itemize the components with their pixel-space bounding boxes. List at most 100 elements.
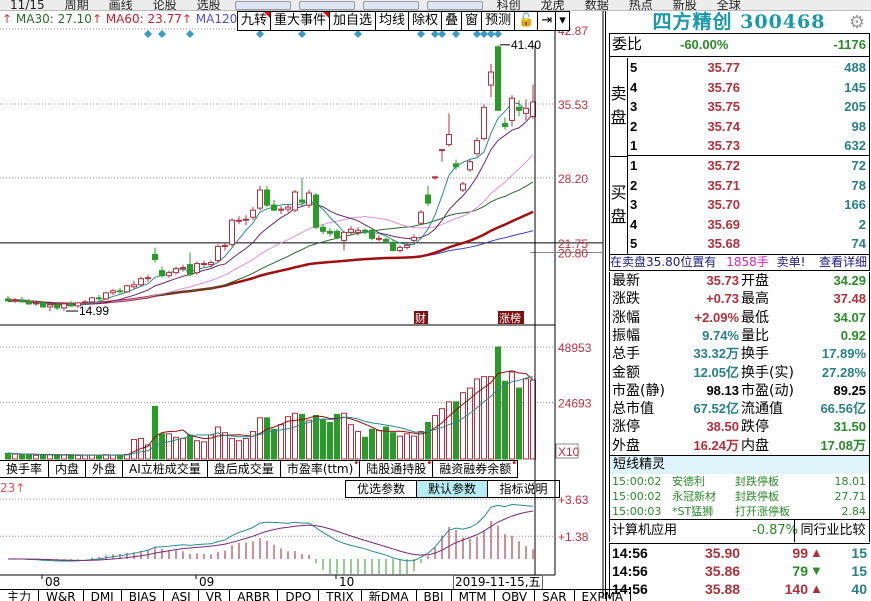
event-diamond-icon[interactable] bbox=[452, 30, 460, 38]
buy-level-row[interactable]: 4 35.69 2 bbox=[610, 215, 869, 235]
event-diamond-icon[interactable] bbox=[158, 30, 166, 38]
stat-value: 89.25 bbox=[833, 382, 866, 398]
menu-item[interactable]: 11/15 bbox=[10, 0, 45, 10]
event-diamond-icon[interactable] bbox=[256, 30, 264, 38]
event-badge-label[interactable]: 财 bbox=[415, 311, 426, 325]
event-diamond-icon[interactable] bbox=[186, 30, 194, 38]
sell-level-row[interactable]: 4 35.76 145 bbox=[610, 78, 869, 98]
window-button[interactable]: 窗 bbox=[462, 12, 483, 30]
tab-northbound[interactable]: 陆股通持股 bbox=[360, 456, 434, 477]
lock-icon[interactable]: 🔓 bbox=[515, 12, 539, 30]
menu-item-star[interactable]: 科创 bbox=[497, 0, 521, 10]
stat-value: 12.05亿 bbox=[693, 364, 739, 380]
tab-afterhours-volume[interactable]: 盘后成交量 bbox=[208, 461, 281, 477]
chevron-down-icon[interactable]: ▾ bbox=[556, 12, 569, 30]
alert-row[interactable]: 15:00:02 安德利 封跌停板 18.01 bbox=[610, 474, 869, 489]
event-diamond-icon[interactable] bbox=[298, 30, 306, 38]
kline-chart[interactable]: 42.8735.5328.2021.7520.804895324693X10+3… bbox=[0, 0, 605, 599]
tab-indicator[interactable]: 主力 bbox=[0, 590, 40, 601]
event-diamond-icon[interactable] bbox=[473, 30, 481, 38]
forecast-button[interactable]: 预测 bbox=[482, 12, 516, 30]
candle bbox=[271, 204, 277, 211]
menu-item-select[interactable]: 选股 bbox=[197, 0, 221, 10]
event-badge-label[interactable]: 涨榜 bbox=[499, 311, 521, 325]
event-diamond-icon[interactable] bbox=[354, 30, 362, 38]
candle bbox=[278, 208, 284, 211]
toolbar-button[interactable] bbox=[298, 0, 355, 10]
alert-row[interactable]: 15:00:03 *ST猛狮 打开涨停板 2.84 bbox=[610, 504, 869, 519]
buy-level-row[interactable]: 5 35.68 74 bbox=[610, 234, 869, 254]
tab-outer[interactable]: 外盘 bbox=[86, 461, 124, 477]
tab-indicator[interactable]: W&R bbox=[39, 590, 84, 601]
tab-indicator[interactable]: MTM bbox=[452, 590, 495, 601]
industry-compare-button[interactable]: 同行业比较 bbox=[794, 520, 871, 542]
volume: 166 bbox=[844, 197, 866, 213]
tab-inner[interactable]: 内盘 bbox=[49, 461, 87, 477]
tab-indicator[interactable]: ARBR bbox=[230, 590, 279, 601]
tab-indicator[interactable]: BBI bbox=[417, 590, 452, 601]
candle bbox=[264, 189, 270, 206]
alert-row[interactable]: 15:00:02 永冠新材 封跌停板 27.71 bbox=[610, 489, 869, 504]
major-events-button[interactable]: 重大事件 bbox=[271, 12, 331, 30]
toolbar-button[interactable] bbox=[426, 0, 483, 10]
menu-item-ipo[interactable]: 新股 bbox=[673, 0, 697, 10]
tab-indicator[interactable]: 新DMA bbox=[362, 590, 417, 601]
volume-bar bbox=[523, 378, 529, 460]
menu-item-global[interactable]: 全球 bbox=[717, 0, 741, 10]
event-diamond-icon[interactable] bbox=[480, 30, 488, 38]
tab-ai-volume[interactable]: AI立桩成交量 bbox=[123, 461, 208, 477]
menu-item-draw[interactable]: 画线 bbox=[109, 0, 133, 10]
sell-level-row[interactable]: 2 35.74 98 bbox=[610, 117, 869, 137]
menu-item-period[interactable]: 周期 bbox=[65, 0, 89, 10]
tab-indicator[interactable]: ASI bbox=[164, 590, 199, 601]
tab-indicator[interactable]: DMI bbox=[84, 590, 122, 601]
volume-bar bbox=[355, 431, 361, 460]
tab-indicator[interactable]: BIAS bbox=[122, 590, 165, 601]
default-params-button[interactable]: 默认参数 bbox=[417, 481, 488, 497]
sell-level-row[interactable]: 1 35.73 632 bbox=[610, 136, 869, 156]
tab-margin[interactable]: 融资融券余额 bbox=[433, 456, 519, 477]
menu-item-hot[interactable]: 热点 bbox=[629, 0, 653, 10]
ma-button[interactable]: 均线 bbox=[376, 12, 410, 30]
ex-rights-button[interactable]: 除权 bbox=[409, 12, 443, 30]
tab-indicator[interactable]: SAR bbox=[535, 590, 575, 601]
view-detail-link[interactable]: 查看详细 bbox=[819, 255, 867, 270]
tab-pe-ttm[interactable]: 市盈率(ttm) bbox=[281, 456, 361, 477]
overlay-button[interactable]: 叠 bbox=[442, 12, 463, 30]
tab-indicator[interactable]: TRIX bbox=[319, 590, 362, 601]
tab-turnover[interactable]: 换手率 bbox=[0, 461, 50, 477]
candle bbox=[446, 134, 452, 146]
add-watchlist-button[interactable]: 加自选 bbox=[330, 12, 377, 30]
menu-item-dragon[interactable]: 龙虎 bbox=[541, 0, 565, 10]
event-diamond-icon[interactable] bbox=[438, 30, 446, 38]
event-diamond-icon[interactable] bbox=[431, 30, 439, 38]
price: 35.72 bbox=[707, 158, 740, 173]
sell-level-row[interactable]: 3 35.75 205 bbox=[610, 97, 869, 117]
buy-level-row[interactable]: 2 35.71 78 bbox=[610, 176, 869, 196]
candle bbox=[425, 194, 431, 204]
event-diamond-icon[interactable] bbox=[494, 30, 502, 38]
volume-bar bbox=[194, 440, 200, 460]
event-diamond-icon[interactable] bbox=[487, 30, 495, 38]
sell-level-row[interactable]: 5 35.77 488 bbox=[610, 58, 869, 78]
menu-item-discuss[interactable]: 论股 bbox=[153, 0, 177, 10]
expand-icon[interactable]: ⇥ bbox=[538, 12, 557, 30]
volume-axis-label: 24693 bbox=[558, 397, 592, 411]
quote-stats: 最新 35.73 开盘 34.29 涨跌 +0.73 最高 37.48 涨幅 +2.09% 最低 34… bbox=[609, 272, 870, 455]
toolbar-button[interactable] bbox=[234, 0, 291, 10]
preferred-params-button[interactable]: 优选参数 bbox=[346, 481, 417, 497]
menu-item-data[interactable]: 数据 bbox=[585, 0, 609, 10]
buy-level-row[interactable]: 3 35.70 166 bbox=[610, 195, 869, 215]
price: 35.69 bbox=[707, 216, 740, 232]
buy-level-row[interactable]: 1 35.72 72 bbox=[610, 156, 869, 176]
tab-indicator[interactable]: VR bbox=[199, 590, 231, 601]
event-diamond-icon[interactable] bbox=[417, 30, 425, 38]
tab-indicator[interactable]: DPO bbox=[278, 590, 320, 601]
volume-bar bbox=[411, 435, 417, 460]
event-diamond-icon[interactable] bbox=[144, 30, 152, 38]
indicator-help-button[interactable]: 指标说明 bbox=[488, 481, 559, 497]
gear-icon[interactable]: ⚙ bbox=[849, 12, 865, 33]
nine-turn-button[interactable]: 九转 bbox=[238, 12, 272, 30]
toolbar-button[interactable] bbox=[362, 0, 419, 10]
tab-indicator[interactable]: OBV bbox=[495, 590, 536, 601]
